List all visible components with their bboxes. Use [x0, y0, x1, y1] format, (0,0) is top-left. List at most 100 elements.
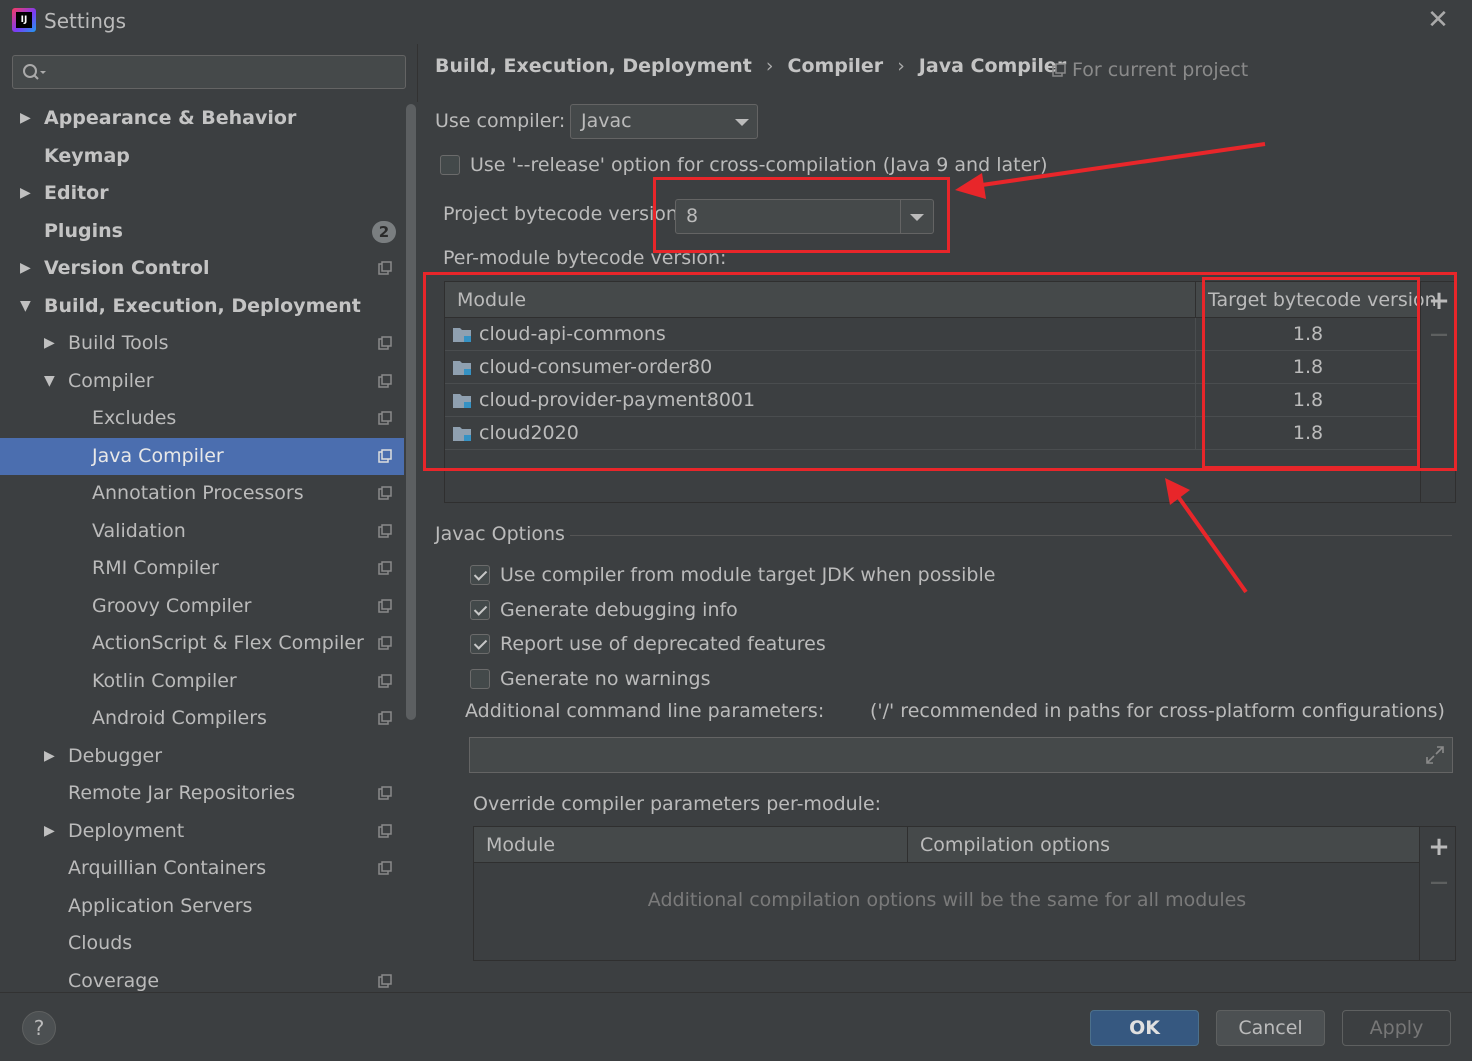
project-scope-icon — [1052, 63, 1066, 77]
sidebar-item-version-control[interactable]: ▶ Version Control — [0, 250, 404, 287]
sidebar-item-arquillian-containers[interactable]: Arquillian Containers — [0, 850, 404, 887]
sidebar-item-keymap[interactable]: Keymap — [0, 138, 404, 175]
sidebar-item-actionscript-flex-compiler[interactable]: ActionScript & Flex Compiler — [0, 625, 404, 662]
release-option-checkbox[interactable] — [440, 155, 460, 175]
project-bytecode-label: Project bytecode version: — [443, 203, 685, 225]
compiler-select-value: Javac — [581, 110, 632, 132]
close-icon[interactable]: ✕ — [1424, 6, 1452, 34]
collapsed-arrow-icon[interactable]: ▶ — [20, 250, 36, 287]
sidebar-item-groovy-compiler[interactable]: Groovy Compiler — [0, 588, 404, 625]
expanded-arrow-icon[interactable]: ▼ — [44, 363, 60, 400]
sidebar-item-label: Remote Jar Repositories — [68, 782, 296, 804]
sidebar-item-java-compiler[interactable]: Java Compiler — [0, 437, 418, 475]
javac-option-checkbox[interactable] — [470, 565, 490, 585]
project-scope-icon — [378, 786, 392, 800]
add-override-button[interactable]: + — [1427, 832, 1451, 862]
javac-option-checkbox[interactable] — [470, 668, 490, 689]
cancel-button[interactable]: Cancel — [1216, 1010, 1325, 1046]
title-bar: IJ Settings ✕ — [0, 0, 1472, 44]
breadcrumb-item[interactable]: Build, Execution, Deployment — [435, 55, 752, 77]
sidebar-item-plugins[interactable]: Plugins 2 — [0, 213, 404, 250]
sidebar-item-editor[interactable]: ▶ Editor — [0, 175, 404, 212]
sidebar-item-label: Build, Execution, Deployment — [44, 294, 361, 317]
sidebar-item-label: Debugger — [68, 744, 163, 767]
expand-icon[interactable] — [1424, 744, 1446, 766]
annotation-box-target-column — [1202, 277, 1420, 469]
sidebar-item-label: RMI Compiler — [92, 557, 219, 579]
sidebar-item-compiler[interactable]: ▼ Compiler — [0, 363, 404, 400]
breadcrumb-separator: › — [765, 55, 774, 77]
annotation-box-project-bytecode — [653, 177, 950, 253]
additional-params-input[interactable] — [469, 737, 1453, 773]
use-compiler-label: Use compiler: — [435, 110, 566, 132]
breadcrumb-item[interactable]: Compiler — [788, 55, 884, 77]
project-scope-icon — [378, 523, 392, 538]
sidebar-item-label: Appearance & Behavior — [44, 107, 297, 129]
search-input[interactable] — [12, 55, 406, 89]
sidebar-scrollbar-thumb[interactable] — [406, 104, 416, 720]
collapsed-arrow-icon[interactable]: ▶ — [20, 175, 36, 212]
sidebar-item-application-servers[interactable]: Application Servers — [0, 888, 404, 925]
release-option-label: Use '--release' option for cross-compila… — [470, 154, 1048, 176]
collapsed-arrow-icon[interactable]: ▶ — [44, 738, 60, 775]
project-scope-icon — [378, 673, 392, 688]
project-scope-icon — [378, 411, 392, 425]
sidebar-item-label: Validation — [92, 519, 186, 542]
compiler-select[interactable]: Javac — [570, 104, 758, 139]
collapsed-arrow-icon[interactable]: ▶ — [20, 100, 36, 137]
scope-indicator: For current project — [1052, 59, 1248, 81]
help-button[interactable]: ? — [22, 1011, 56, 1045]
ok-button[interactable]: OK — [1090, 1010, 1199, 1046]
column-divider — [907, 827, 908, 863]
update-count-badge: 2 — [372, 220, 396, 243]
sidebar-item-label: Editor — [44, 182, 109, 204]
javac-option-label: Generate no warnings — [500, 667, 711, 690]
column-header-module[interactable]: Module — [486, 827, 555, 863]
annotation-arrowhead-top — [955, 173, 986, 199]
override-empty-text: Additional compilation options will be t… — [647, 889, 1247, 911]
expanded-arrow-icon[interactable]: ▼ — [20, 288, 36, 325]
sidebar-item-kotlin-compiler[interactable]: Kotlin Compiler — [0, 663, 404, 700]
sidebar-item-deployment[interactable]: ▶ Deployment — [0, 813, 404, 850]
sidebar-item-remote-jar-repositories[interactable]: Remote Jar Repositories — [0, 775, 404, 812]
project-scope-icon — [378, 561, 392, 575]
javac-option-checkbox[interactable] — [470, 599, 490, 620]
sidebar-item-android-compilers[interactable]: Android Compilers — [0, 700, 404, 737]
sidebar-item-label: Excludes — [92, 407, 177, 429]
sidebar-item-label: Deployment — [68, 819, 185, 842]
project-scope-icon — [378, 336, 392, 350]
sidebar-item-excludes[interactable]: Excludes — [0, 400, 404, 437]
project-scope-icon — [378, 861, 392, 875]
breadcrumb: Build, Execution, Deployment › Compiler › Ja… — [435, 55, 1066, 83]
column-header-compilation-options[interactable]: Compilation options — [920, 827, 1110, 863]
override-label: Override compiler parameters per-module: — [473, 793, 882, 815]
sidebar-item-label: Clouds — [68, 932, 133, 954]
additional-params-label: Additional command line parameters: — [465, 700, 825, 722]
sidebar-item-annotation-processors[interactable]: Annotation Processors — [0, 475, 404, 512]
apply-button[interactable]: Apply — [1342, 1010, 1451, 1046]
additional-params-hint: ('/' recommended in paths for cross-plat… — [870, 700, 1445, 722]
project-scope-icon — [378, 823, 392, 838]
window-title: Settings — [44, 9, 127, 33]
collapsed-arrow-icon[interactable]: ▶ — [44, 325, 60, 362]
javac-option-checkbox[interactable] — [470, 634, 490, 654]
collapsed-arrow-icon[interactable]: ▶ — [44, 813, 60, 850]
sidebar-item-build-tools[interactable]: ▶ Build Tools — [0, 325, 404, 362]
override-params-table: Module Compilation options Additional co… — [473, 826, 1456, 961]
sidebar-item-label: Java Compiler — [92, 444, 224, 467]
scope-label: For current project — [1072, 59, 1249, 81]
sidebar-item-label: Groovy Compiler — [92, 594, 252, 617]
sidebar-item-build-execution-deployment[interactable]: ▼ Build, Execution, Deployment — [0, 288, 404, 325]
sidebar-item-rmi-compiler[interactable]: RMI Compiler — [0, 550, 404, 587]
sidebar-item-validation[interactable]: Validation — [0, 513, 404, 550]
sidebar-item-appearance-behavior[interactable]: ▶ Appearance & Behavior — [0, 100, 404, 137]
toolbar-divider — [1419, 827, 1420, 960]
project-scope-icon — [378, 261, 392, 275]
javac-option-label: Generate debugging info — [500, 598, 738, 621]
sidebar-item-clouds[interactable]: Clouds — [0, 925, 404, 962]
project-scope-icon — [378, 711, 392, 725]
breadcrumb-item: Java Compiler — [918, 55, 1067, 77]
sidebar-item-debugger[interactable]: ▶ Debugger — [0, 738, 404, 775]
sidebar-item-label: Build Tools — [68, 332, 169, 354]
remove-override-button[interactable]: — — [1427, 872, 1451, 893]
